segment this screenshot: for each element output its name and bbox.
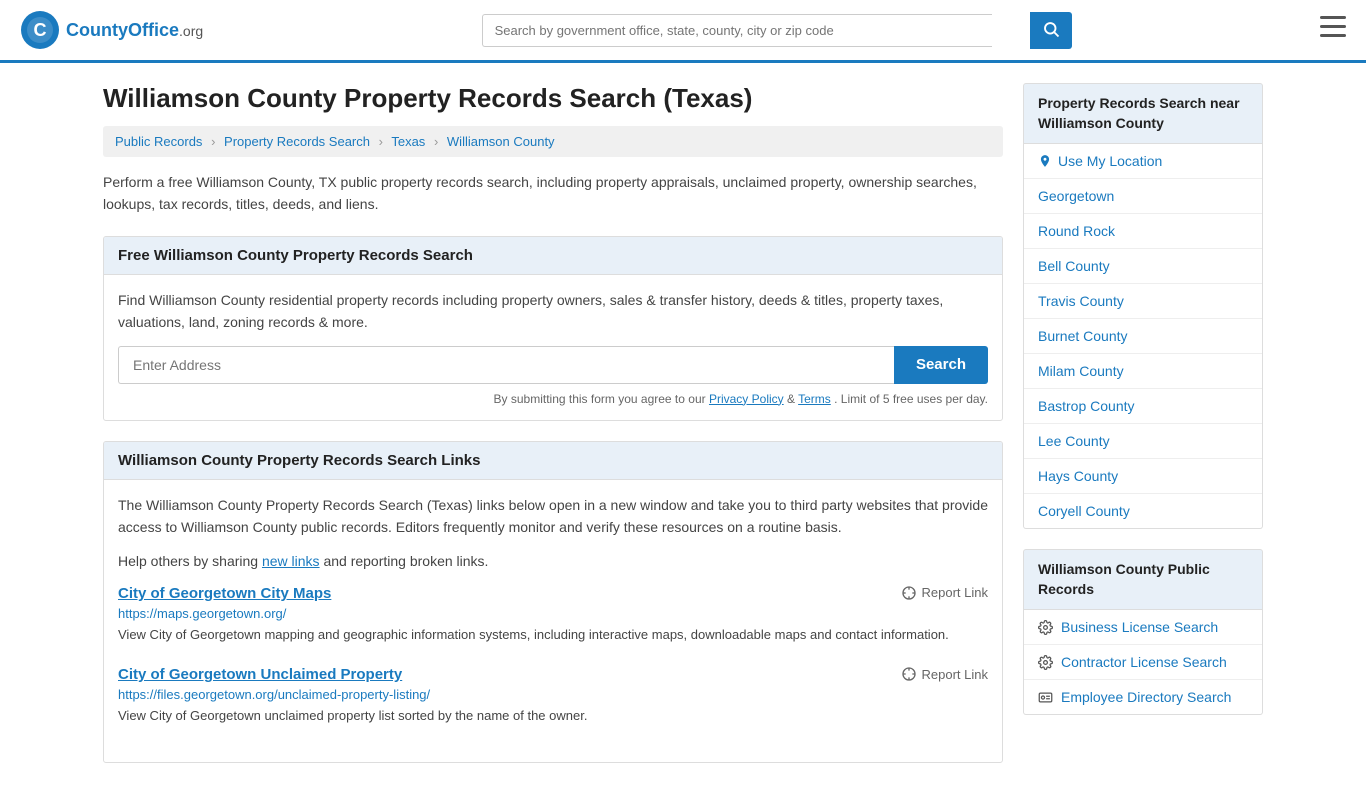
resource-item-2: City of Georgetown Unclaimed Property Re…: [118, 666, 988, 726]
resource-desc-2: View City of Georgetown unclaimed proper…: [118, 706, 988, 726]
breadcrumb-public-records[interactable]: Public Records: [115, 134, 202, 149]
sidebar-item-bastrop-county[interactable]: Bastrop County: [1024, 389, 1262, 424]
resource-item-1: City of Georgetown City Maps Report Link: [118, 585, 988, 645]
hamburger-menu-button[interactable]: [1320, 16, 1346, 44]
breadcrumb-williamson-county[interactable]: Williamson County: [447, 134, 555, 149]
sidebar-item-business-license[interactable]: Business License Search: [1024, 610, 1262, 645]
free-search-header: Free Williamson County Property Records …: [104, 237, 1002, 275]
sidebar: Property Records Search near Williamson …: [1023, 83, 1263, 783]
terms-link[interactable]: Terms: [798, 392, 831, 406]
resource-title-1[interactable]: City of Georgetown City Maps: [118, 585, 331, 602]
address-search-button[interactable]: Search: [894, 346, 988, 384]
gear-icon-1: [1038, 620, 1053, 635]
hamburger-icon: [1320, 16, 1346, 38]
id-card-icon: [1038, 690, 1053, 705]
business-license-link[interactable]: Business License Search: [1061, 619, 1218, 635]
share-line: Help others by sharing new links and rep…: [118, 550, 988, 572]
svg-text:C: C: [34, 20, 47, 40]
free-search-section: Free Williamson County Property Records …: [103, 236, 1003, 421]
sidebar-item-georgetown[interactable]: Georgetown: [1024, 179, 1262, 214]
links-section-header: Williamson County Property Records Searc…: [104, 442, 1002, 480]
address-search-form: Search: [118, 346, 988, 384]
breadcrumb-texas[interactable]: Texas: [391, 134, 425, 149]
gear-icon-2: [1038, 655, 1053, 670]
use-my-location-link[interactable]: Use My Location: [1058, 153, 1162, 169]
breadcrumb-property-records-search[interactable]: Property Records Search: [224, 134, 370, 149]
sidebar-nearby-list: Use My Location Georgetown Round Rock Be…: [1023, 144, 1263, 529]
resource-title-2[interactable]: City of Georgetown Unclaimed Property: [118, 666, 402, 683]
sidebar-item-use-location[interactable]: Use My Location: [1024, 144, 1262, 179]
logo-icon: C: [20, 10, 60, 50]
sidebar-public-records-list: Business License Search Contractor Licen…: [1023, 610, 1263, 715]
links-description: The Williamson County Property Records S…: [118, 494, 988, 539]
header-search-button[interactable]: [1030, 12, 1072, 49]
form-note: By submitting this form you agree to our…: [118, 392, 988, 406]
links-section: Williamson County Property Records Searc…: [103, 441, 1003, 763]
sidebar-item-round-rock[interactable]: Round Rock: [1024, 214, 1262, 249]
contractor-license-link[interactable]: Contractor License Search: [1061, 654, 1227, 670]
sidebar-nearby-header: Property Records Search near Williamson …: [1023, 83, 1263, 144]
report-link-2[interactable]: Report Link: [901, 666, 988, 682]
sidebar-item-burnet-county[interactable]: Burnet County: [1024, 319, 1262, 354]
location-pin-icon: [1038, 154, 1052, 168]
sidebar-item-coryell-county[interactable]: Coryell County: [1024, 494, 1262, 528]
report-link-1[interactable]: Report Link: [901, 585, 988, 601]
crosshair-icon: [901, 585, 917, 601]
sidebar-item-hays-county[interactable]: Hays County: [1024, 459, 1262, 494]
header-search-area: [452, 12, 1072, 49]
sidebar-item-lee-county[interactable]: Lee County: [1024, 424, 1262, 459]
sidebar-public-records-header: Williamson County Public Records: [1023, 549, 1263, 610]
sidebar-item-employee-directory[interactable]: Employee Directory Search: [1024, 680, 1262, 714]
sidebar-item-travis-county[interactable]: Travis County: [1024, 284, 1262, 319]
intro-description: Perform a free Williamson County, TX pub…: [103, 171, 1003, 216]
address-input[interactable]: [118, 346, 894, 384]
privacy-policy-link[interactable]: Privacy Policy: [709, 392, 784, 406]
sidebar-item-milam-county[interactable]: Milam County: [1024, 354, 1262, 389]
sidebar-item-bell-county[interactable]: Bell County: [1024, 249, 1262, 284]
logo[interactable]: C CountyOffice.org: [20, 10, 203, 50]
resource-desc-1: View City of Georgetown mapping and geog…: [118, 625, 988, 645]
new-links-link[interactable]: new links: [262, 553, 320, 569]
sidebar-item-contractor-license[interactable]: Contractor License Search: [1024, 645, 1262, 680]
resource-url-1[interactable]: https://maps.georgetown.org/: [118, 606, 988, 621]
resource-url-2[interactable]: https://files.georgetown.org/unclaimed-p…: [118, 687, 988, 702]
header-search-input[interactable]: [482, 14, 992, 47]
page-title: Williamson County Property Records Searc…: [103, 83, 1003, 114]
employee-directory-link[interactable]: Employee Directory Search: [1061, 689, 1231, 705]
search-icon: [1042, 20, 1060, 38]
crosshair-icon-2: [901, 666, 917, 682]
breadcrumb: Public Records › Property Records Search…: [103, 126, 1003, 157]
free-search-description: Find Williamson County residential prope…: [118, 289, 988, 334]
logo-text: CountyOffice.org: [66, 20, 203, 41]
